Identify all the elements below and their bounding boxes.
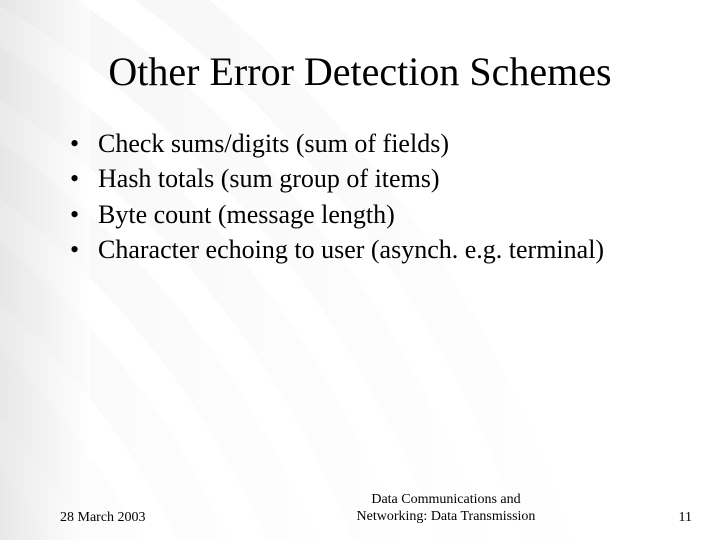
footer-course-line2: Networking: Data Transmission [357, 509, 536, 524]
slide-title: Other Error Detection Schemes [0, 0, 720, 115]
list-item: • Check sums/digits (sum of fields) [70, 127, 680, 160]
bullet-text: Hash totals (sum group of items) [98, 162, 680, 195]
footer-date: 28 March 2003 [60, 510, 260, 526]
list-item: • Character echoing to user (asynch. e.g… [70, 233, 680, 266]
bullet-text: Character echoing to user (asynch. e.g. … [98, 233, 680, 266]
footer-course-title: Data Communications and Networking: Data… [260, 492, 632, 526]
bullet-icon: • [70, 233, 98, 266]
bullet-text: Check sums/digits (sum of fields) [98, 127, 680, 160]
bullet-icon: • [70, 198, 98, 231]
bullet-icon: • [70, 162, 98, 195]
bullet-text: Byte count (message length) [98, 198, 680, 231]
footer-course-line1: Data Communications and [371, 492, 520, 507]
slide: Other Error Detection Schemes • Check su… [0, 0, 720, 540]
list-item: • Hash totals (sum group of items) [70, 162, 680, 195]
footer-page-number: 11 [632, 510, 692, 526]
slide-footer: 28 March 2003 Data Communications and Ne… [0, 492, 720, 526]
slide-content: Other Error Detection Schemes • Check su… [0, 0, 720, 540]
bullet-icon: • [70, 127, 98, 160]
list-item: • Byte count (message length) [70, 198, 680, 231]
bullet-list: • Check sums/digits (sum of fields) • Ha… [0, 115, 720, 266]
